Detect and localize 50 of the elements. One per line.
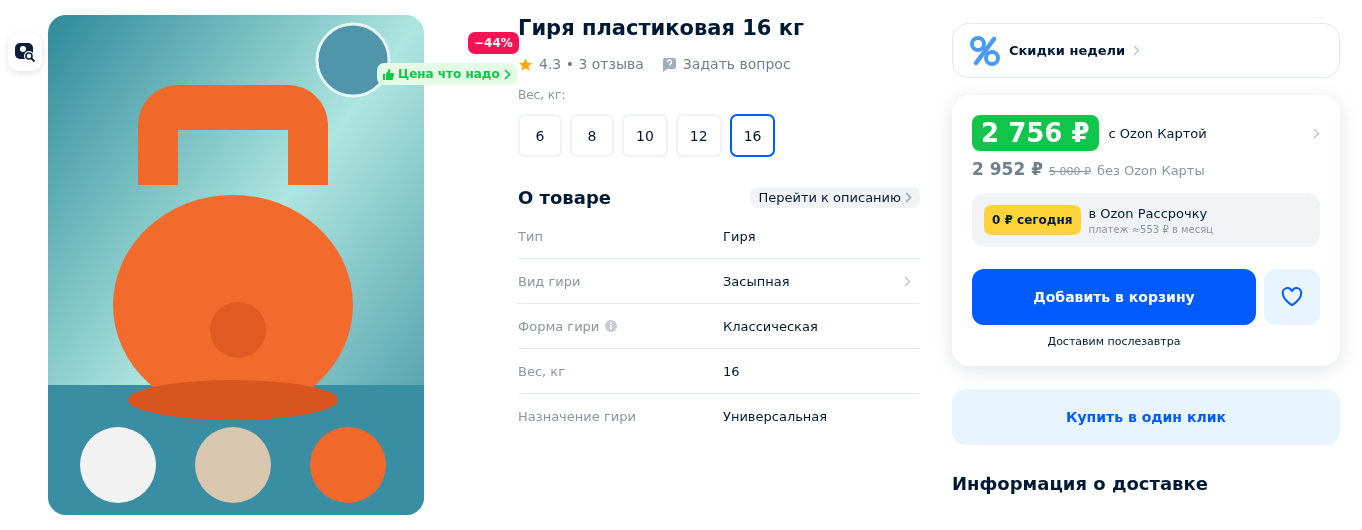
image-search-icon <box>14 41 36 63</box>
favorite-button[interactable] <box>1264 269 1320 325</box>
chevron-icon <box>905 192 912 203</box>
add-to-cart-button[interactable]: Добавить в корзину <box>972 269 1256 325</box>
chevron-icon <box>1133 45 1141 56</box>
weekly-discounts-banner[interactable]: Скидки недели <box>952 23 1340 78</box>
product-title: Гиря пластиковая 16 кг <box>518 16 805 40</box>
delivery-note: Доставим послезавтра <box>1046 335 1182 348</box>
discount-badge: −44% <box>468 32 519 54</box>
spec-name: Вид гири <box>518 273 581 289</box>
variant-label: Вес, кг: <box>518 88 567 102</box>
chevron-icon <box>503 68 511 80</box>
installment-badge: 0 ₽ сегодня <box>984 205 1081 235</box>
chevron-icon <box>1313 127 1320 139</box>
spec-name: Вес, кг <box>518 363 565 379</box>
spec-name: Тип <box>518 228 543 244</box>
rating-text[interactable]: 4.3 • 3 отзыва <box>539 56 644 72</box>
chevron-icon <box>904 275 911 287</box>
weight-option[interactable]: 6 <box>518 114 562 157</box>
spec-value[interactable]: Засыпная <box>723 273 904 289</box>
section-heading: Информация о доставке <box>952 473 1209 494</box>
weight-option[interactable]: 16 <box>729 114 776 157</box>
weight-option[interactable]: 10 <box>622 114 668 157</box>
spec-value: 16 <box>723 363 741 379</box>
installment-panel[interactable]: 0 ₽ сегодня в Ozon Рассрочку платеж ≈553 ₽ в месяц <box>972 193 1320 247</box>
no-card-label: без Ozon Карты <box>1097 163 1205 178</box>
promo-text: Скидки недели <box>1009 43 1126 58</box>
spec-value: Универсальная <box>723 409 829 424</box>
percent-icon <box>969 34 1001 67</box>
card-price-label: с Ozon Картой <box>1108 125 1207 141</box>
card-price: 2 756 ₽ <box>972 115 1099 151</box>
star-icon <box>518 56 533 72</box>
image-search-button[interactable] <box>8 33 42 71</box>
weight-option[interactable]: 12 <box>675 114 722 157</box>
heart-icon <box>1281 287 1303 307</box>
weight-option[interactable]: 8 <box>570 114 614 157</box>
installment-note: платеж ≈553 ₽ в месяц <box>1088 223 1213 235</box>
spec-value: Классическая <box>723 318 819 334</box>
spec-name: Назначение гири <box>518 409 636 424</box>
spec-value: Гиря <box>723 228 757 244</box>
old-price: 5 000 ₽ <box>1049 165 1091 178</box>
section-heading: О товаре <box>518 187 611 208</box>
thumbs-up-icon <box>383 68 394 80</box>
buy-one-click-button[interactable]: Купить в один клик <box>952 389 1340 445</box>
spec-name: Форма гири <box>518 318 600 334</box>
question-icon <box>661 56 677 72</box>
ask-question-link[interactable]: Задать вопрос <box>682 56 791 72</box>
installment-title: в Ozon Рассрочку <box>1088 205 1209 221</box>
description-link[interactable]: Перейти к описанию <box>750 187 920 208</box>
regular-price: 2 952 ₽ <box>972 159 1043 179</box>
